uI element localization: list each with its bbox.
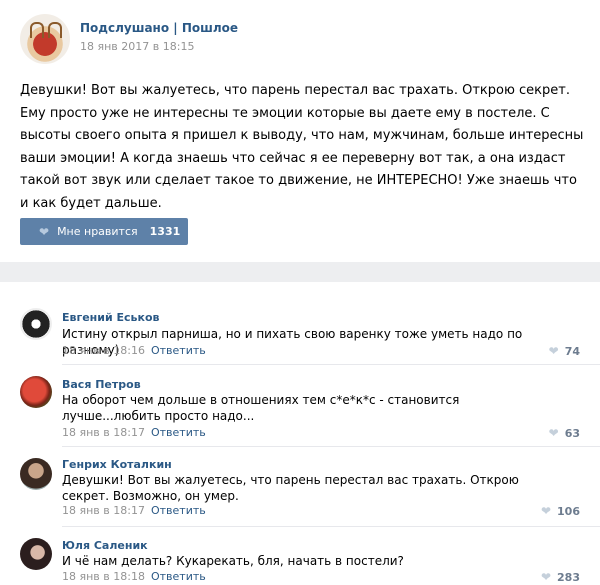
comment-like-count: 74 (564, 344, 580, 358)
antler-right-decoration (48, 22, 62, 38)
commenter-avatar[interactable] (20, 458, 52, 490)
reply-link[interactable]: Ответить (151, 504, 206, 517)
reply-link[interactable]: Ответить (151, 570, 206, 583)
group-name-link[interactable]: Подслушано | Пошлое (80, 21, 238, 35)
comment-text: И чё нам делать? Кукарекать, бля, начать… (62, 554, 404, 568)
heart-icon: ❤ (548, 426, 559, 440)
post-date[interactable]: 18 янв 2017 в 18:15 (80, 40, 194, 53)
commenter-avatar[interactable] (20, 308, 52, 340)
comment-like-count: 283 (557, 570, 580, 584)
comment-like-button[interactable]: ❤ 63 (549, 426, 580, 440)
post: Подслушано | Пошлое 18 янв 2017 в 18:15 … (0, 0, 600, 262)
comment-text: На оборот чем дольше в отношениях тем с*… (62, 393, 460, 423)
comment-date[interactable]: 18 янв в 18:17 (62, 504, 145, 517)
reply-link[interactable]: Ответить (151, 426, 206, 439)
post-text: Девушки! Вот вы жалуетесь, что парень пе… (20, 83, 584, 211)
comment-meta: 18 янв в 18:17 Ответить (62, 504, 206, 517)
comment-meta: 18 янв в 18:16 Ответить (62, 344, 206, 357)
heart-icon: ❤ (540, 570, 552, 584)
antler-left-decoration (30, 22, 44, 38)
heart-icon: ❤ (39, 224, 50, 239)
comment-divider (62, 446, 600, 447)
commenter-name-link[interactable]: Юля Саленик (62, 539, 148, 552)
comments-list: Евгений Еськов Истину открыл парниша, но… (0, 282, 600, 585)
commenter-name-link[interactable]: Вася Петров (62, 378, 141, 391)
comment-like-count: 106 (557, 504, 580, 518)
comment-text: Девушки! Вот вы жалуетесь, что парень пе… (62, 473, 519, 503)
section-separator (0, 262, 600, 282)
commenter-name-link[interactable]: Евгений Еськов (62, 311, 160, 324)
comment-meta: 18 янв в 18:18 Ответить (62, 570, 206, 583)
like-count: 1331 (149, 225, 181, 238)
commenter-avatar[interactable] (20, 376, 52, 408)
commenter-name-link[interactable]: Генрих Коталкин (62, 458, 172, 471)
heart-icon: ❤ (540, 504, 552, 518)
group-avatar[interactable] (20, 14, 70, 64)
comment-divider (62, 364, 600, 365)
comment-divider (62, 526, 600, 527)
like-label: Мне нравится (57, 225, 138, 238)
comment-date[interactable]: 18 янв в 18:16 (62, 344, 145, 357)
commenter-avatar[interactable] (20, 538, 52, 570)
comment-date[interactable]: 18 янв в 18:17 (62, 426, 145, 439)
like-button[interactable]: ❤ Мне нравится 1331 (20, 218, 188, 245)
comment-like-button[interactable]: ❤ 283 (541, 570, 580, 584)
heart-icon: ❤ (548, 344, 559, 358)
reply-link[interactable]: Ответить (151, 344, 206, 357)
comment-like-count: 63 (564, 426, 580, 440)
comment-date[interactable]: 18 янв в 18:18 (62, 570, 145, 583)
comment-meta: 18 янв в 18:17 Ответить (62, 426, 206, 439)
comment-like-button[interactable]: ❤ 74 (549, 344, 580, 358)
comment-like-button[interactable]: ❤ 106 (541, 504, 580, 518)
